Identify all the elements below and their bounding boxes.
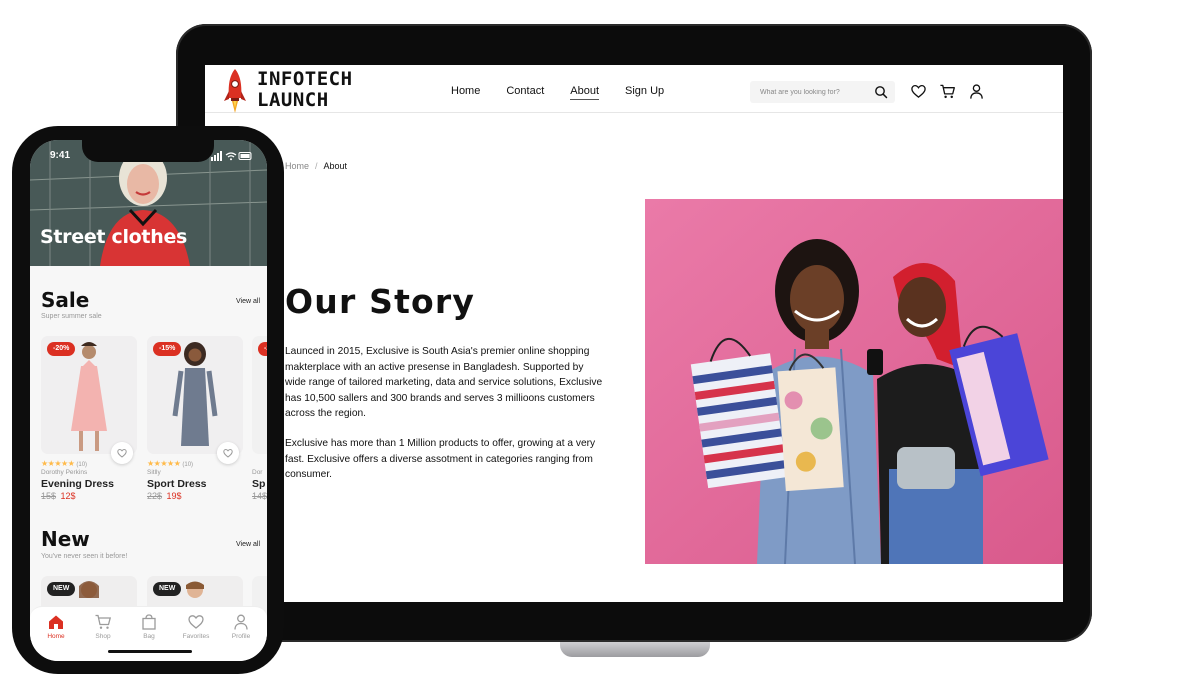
laptop-stand: [560, 642, 710, 657]
product-name: Sport Dress: [147, 478, 207, 490]
favorite-heart-icon[interactable]: [111, 442, 133, 464]
tab-favorites[interactable]: Favorites: [176, 613, 216, 640]
new-title: New: [41, 527, 90, 551]
tab-label: Shop: [95, 633, 111, 640]
discount-badge: -2: [258, 342, 267, 356]
tab-label: Profile: [231, 633, 251, 640]
tab-shop[interactable]: Shop: [83, 613, 123, 640]
website-screen: INFOTECH LAUNCH Home Contact About Sign …: [205, 65, 1063, 602]
product-name: Sp: [252, 478, 266, 490]
sale-price: 12$: [60, 491, 76, 501]
bag-icon: [142, 614, 156, 630]
nav-home[interactable]: Home: [451, 85, 480, 100]
mobile-app-screen: Street clothes 9:41 Sale Super summer sa…: [30, 140, 267, 661]
status-time: 9:41: [50, 150, 71, 161]
product-brand: Sitlly: [147, 469, 161, 476]
nav-sign-up[interactable]: Sign Up: [625, 85, 664, 100]
breadcrumb-current: About: [323, 161, 348, 171]
banner-title: Street clothes: [40, 226, 188, 248]
product-price: 15$ 12$: [41, 491, 76, 501]
mockup-stage: INFOTECH LAUNCH Home Contact About Sign …: [0, 0, 1200, 675]
discount-badge: -20%: [47, 342, 76, 356]
tab-bag[interactable]: Bag: [129, 613, 169, 640]
logo-line-1: INFOTECH: [257, 68, 353, 90]
cart-icon[interactable]: [939, 83, 956, 100]
sale-price: 19$: [166, 491, 182, 501]
tab-profile[interactable]: Profile: [221, 613, 261, 640]
breadcrumb: Home / About: [285, 161, 347, 171]
main-nav: Home Contact About Sign Up: [451, 85, 690, 100]
tab-label: Favorites: [182, 633, 210, 640]
product-brand: Dorothy Perkins: [41, 469, 88, 476]
search-box: [750, 81, 895, 103]
product-price: 22$ 19$: [147, 491, 182, 501]
rating-stars: ★★★★★ (10): [41, 459, 88, 468]
product-name: Evening Dress: [41, 478, 114, 490]
phone-notch: [82, 140, 214, 162]
new-subtitle: You've never seen it before!: [41, 553, 128, 560]
home-indicator: [108, 650, 192, 653]
sale-subtitle: Super summer sale: [41, 313, 102, 320]
new-view-all-link[interactable]: View all: [236, 541, 260, 548]
rating-stars: ★★★★★ (10): [147, 459, 194, 468]
user-icon[interactable]: [968, 83, 985, 100]
story-paragraph-2: Exclusive has more than 1 Million produc…: [285, 438, 596, 480]
new-badge: NEW: [47, 582, 76, 596]
story-paragraph-1: Launced in 2015, Exclusive is South Asia…: [285, 346, 603, 419]
tab-label: Home: [47, 633, 65, 640]
profile-icon: [234, 614, 248, 630]
review-count: (10): [182, 462, 194, 468]
site-logo[interactable]: INFOTECH LAUNCH: [257, 69, 353, 111]
search-input[interactable]: [760, 85, 868, 99]
logo-line-2: LAUNCH: [257, 89, 329, 111]
old-price: 14$: [252, 491, 267, 501]
breadcrumb-home[interactable]: Home: [285, 161, 309, 171]
search-icon[interactable]: [874, 85, 888, 99]
old-price: 15$: [41, 491, 57, 501]
page-title: Our Story: [285, 282, 476, 321]
breadcrumb-separator: /: [315, 161, 318, 171]
favorite-heart-icon[interactable]: [217, 442, 239, 464]
site-header: INFOTECH LAUNCH Home Contact About Sign …: [205, 65, 1063, 113]
new-badge: NEW: [153, 582, 182, 596]
rocket-icon[interactable]: [221, 67, 249, 121]
status-icons: [211, 151, 252, 161]
tab-home[interactable]: Home: [36, 613, 76, 640]
tab-label: Bag: [143, 633, 155, 640]
discount-badge: -15%: [153, 342, 182, 356]
product-price: 14$: [252, 491, 267, 501]
old-price: 22$: [147, 491, 163, 501]
nav-contact[interactable]: Contact: [506, 85, 544, 100]
review-count: (10): [76, 462, 88, 468]
home-icon: [49, 615, 63, 629]
sale-view-all-link[interactable]: View all: [236, 298, 260, 305]
nav-about[interactable]: About: [570, 85, 600, 100]
sale-title: Sale: [41, 288, 90, 312]
product-brand: Dor: [252, 469, 263, 476]
heart-icon[interactable]: [910, 83, 927, 100]
heart-icon: [188, 615, 204, 629]
shop-cart-icon: [95, 614, 112, 629]
hero-image-shoppers: [645, 199, 1063, 564]
